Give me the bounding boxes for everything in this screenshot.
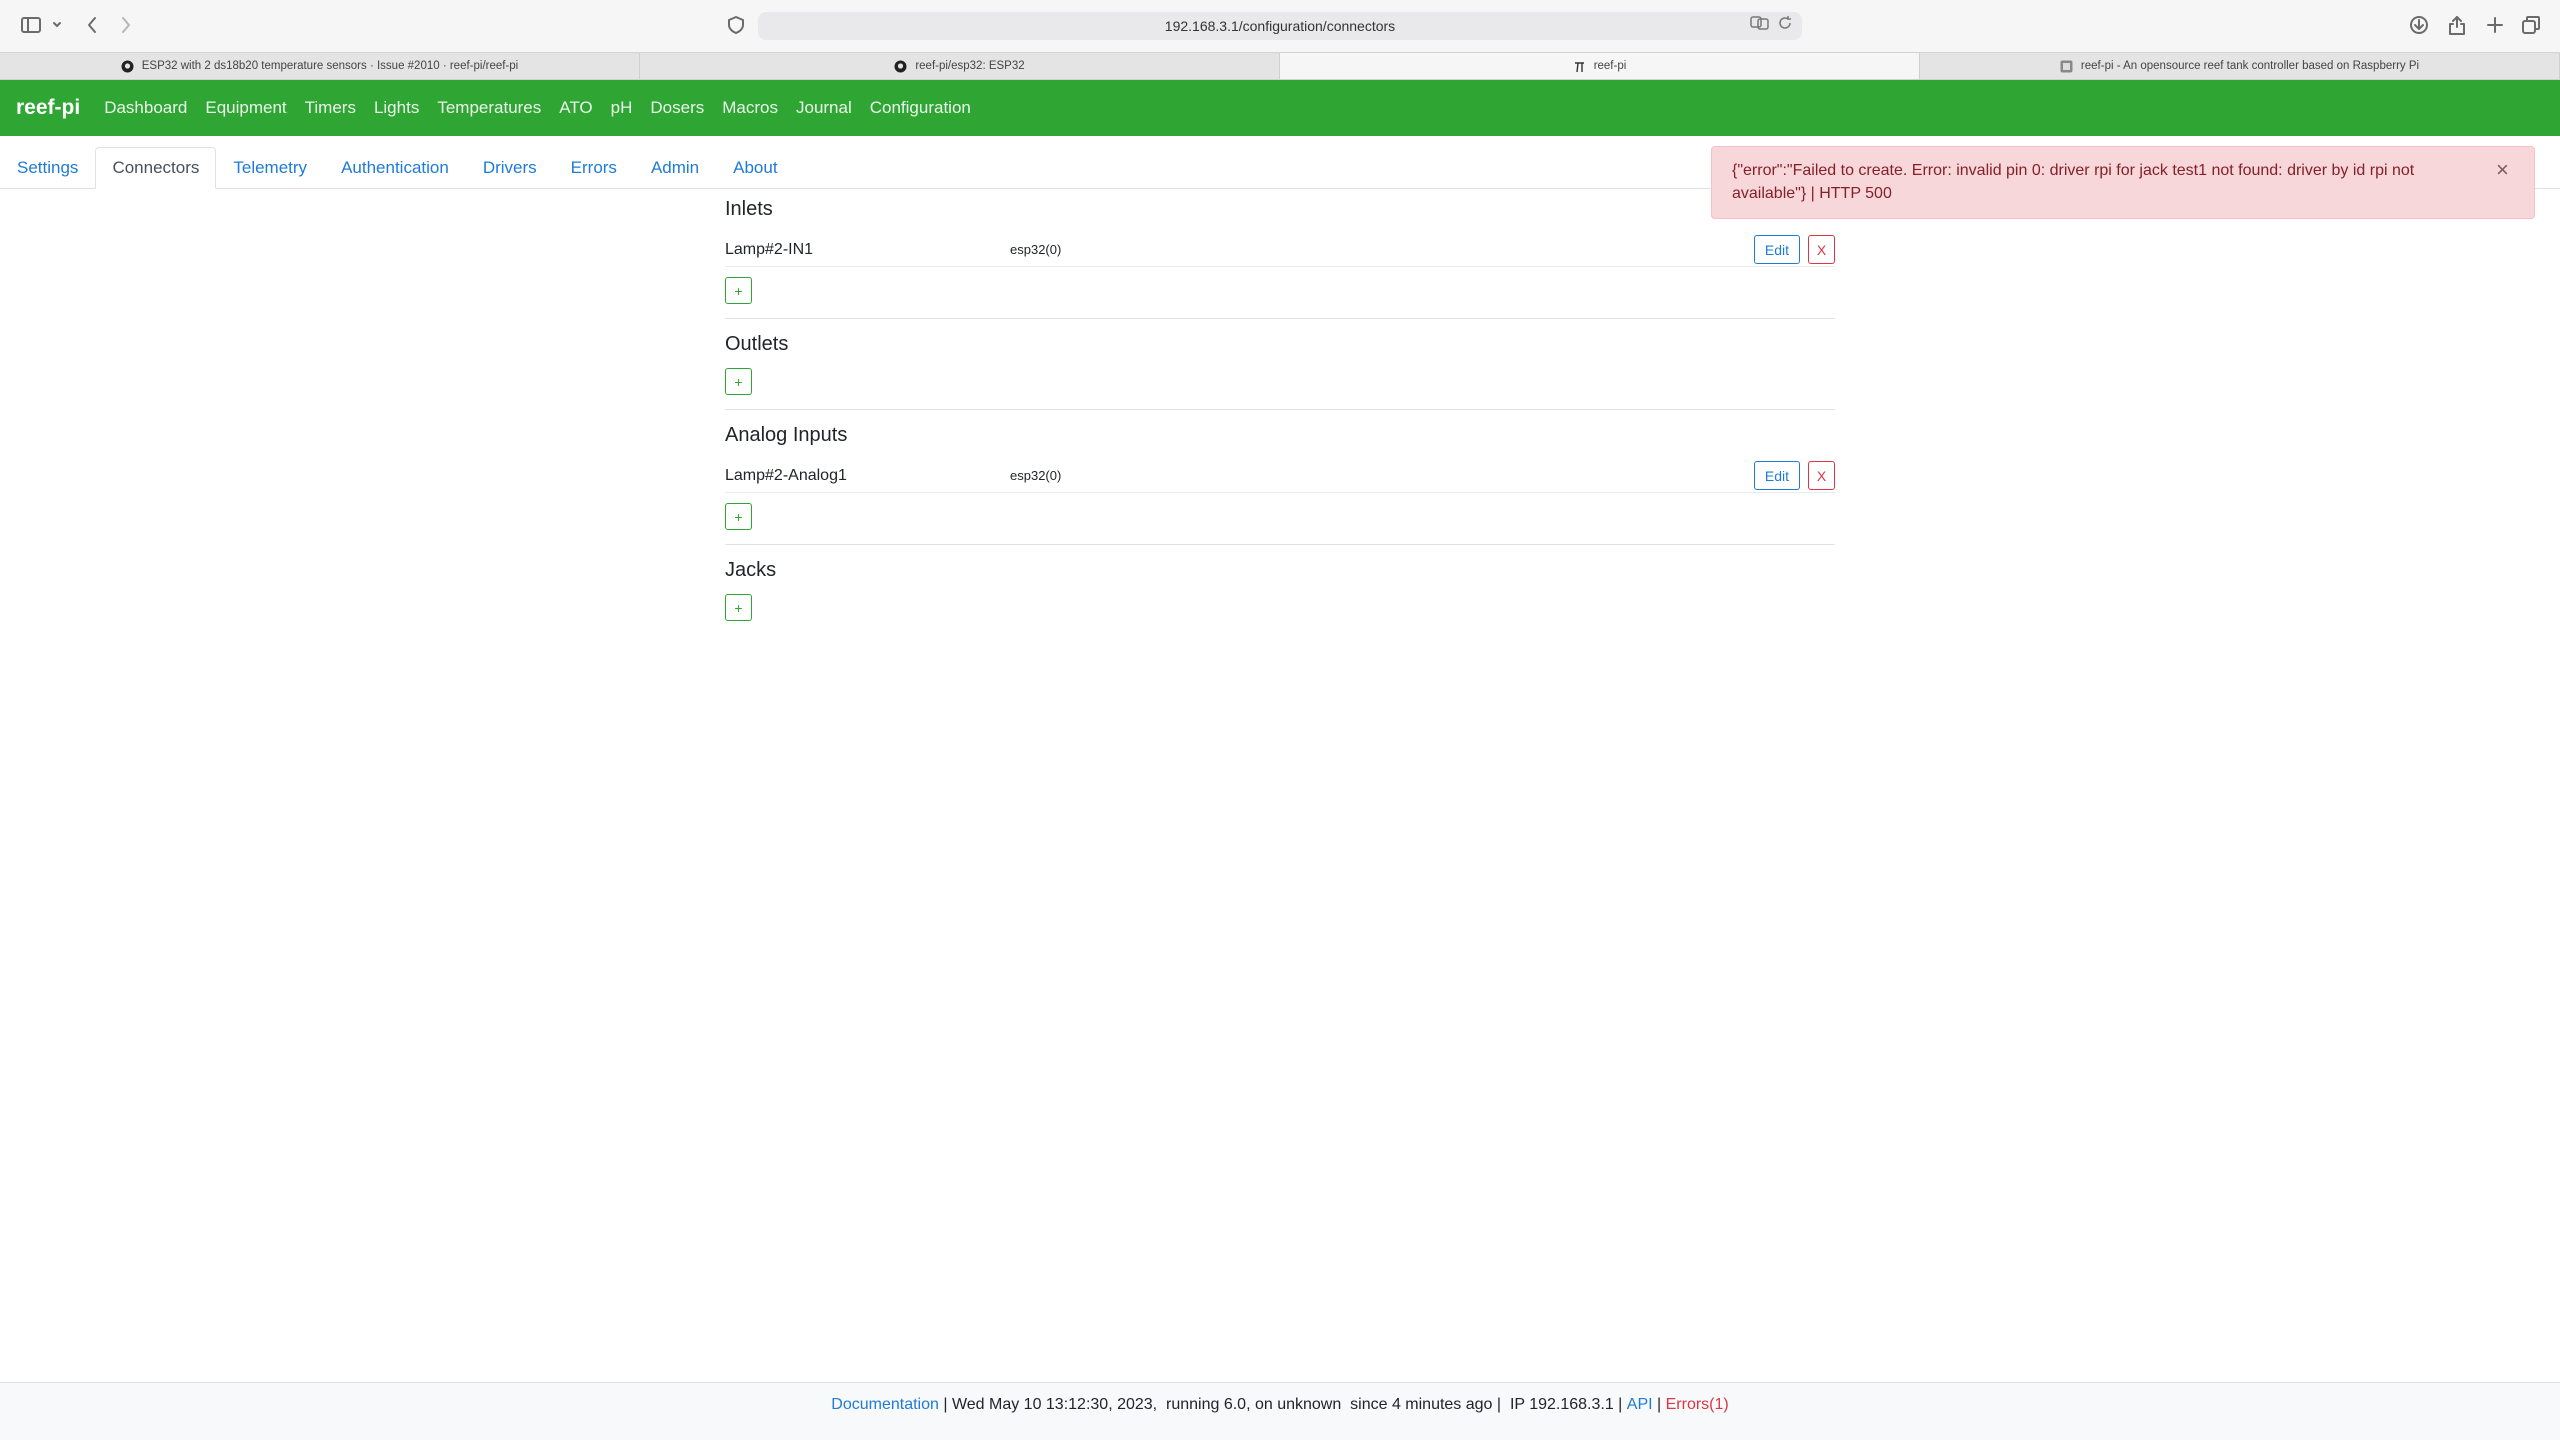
tab-title: reef-pi <box>1593 60 1627 72</box>
inlets-section: Inlets Lamp#2-IN1 esp32(0) Edit X + <box>725 198 1835 319</box>
share-icon[interactable] <box>2446 12 2468 38</box>
add-jack-button[interactable]: + <box>725 594 752 621</box>
nav-journal[interactable]: Journal <box>796 98 852 118</box>
nav-configuration[interactable]: Configuration <box>870 98 971 118</box>
tab-title: ESP32 with 2 ds18b20 temperature sensors… <box>141 60 519 72</box>
nav-ph[interactable]: pH <box>611 98 633 118</box>
footer-separator: | <box>1652 1396 1666 1413</box>
delete-button[interactable]: X <box>1808 461 1835 490</box>
tab-settings[interactable]: Settings <box>0 147 95 189</box>
connector-name: Lamp#2-Analog1 <box>725 466 847 484</box>
nav-equipment[interactable]: Equipment <box>205 98 286 118</box>
translate-icon[interactable] <box>1750 16 1770 35</box>
connector-driver: esp32(0) <box>1010 242 1062 257</box>
analog-inputs-section: Analog Inputs Lamp#2-Analog1 esp32(0) Ed… <box>725 424 1835 545</box>
chevron-down-icon[interactable] <box>50 12 64 38</box>
nav-lights[interactable]: Lights <box>374 98 419 118</box>
download-icon[interactable] <box>2408 12 2430 38</box>
github-icon <box>894 60 907 73</box>
api-link[interactable]: API <box>1627 1396 1653 1440</box>
footer-separator: | <box>938 1396 952 1413</box>
reload-icon[interactable] <box>1778 16 1792 35</box>
tab-errors[interactable]: Errors <box>554 147 634 189</box>
add-inlet-button[interactable]: + <box>725 277 752 304</box>
close-icon[interactable]: × <box>2496 159 2514 181</box>
github-icon <box>121 60 134 73</box>
privacy-shield-icon[interactable] <box>726 12 746 38</box>
tab-title: reef-pi/esp32: ESP32 <box>915 60 1025 72</box>
add-outlet-button[interactable]: + <box>725 368 752 395</box>
site-icon <box>2060 60 2073 73</box>
tab-connectors[interactable]: Connectors <box>95 147 217 189</box>
back-arrow-icon[interactable] <box>82 12 102 38</box>
new-tab-icon[interactable] <box>2484 12 2506 38</box>
tab-drivers[interactable]: Drivers <box>466 147 554 189</box>
list-item: Lamp#2-IN1 esp32(0) Edit X <box>725 233 1835 267</box>
browser-tab-reef-pi-site[interactable]: reef-pi - An opensource reef tank contro… <box>1920 53 2560 79</box>
nav-ato[interactable]: ATO <box>559 98 592 118</box>
sidebar-toggle-icon[interactable] <box>20 12 42 38</box>
section-title-analog-inputs: Analog Inputs <box>725 424 848 446</box>
edit-button[interactable]: Edit <box>1753 461 1800 490</box>
forward-arrow-icon[interactable] <box>116 12 136 38</box>
address-bar[interactable]: 192.168.3.1/configuration/connectors <box>758 12 1802 40</box>
documentation-link[interactable]: Documentation <box>831 1396 939 1440</box>
nav-dashboard[interactable]: Dashboard <box>104 98 187 118</box>
browser-tab-reef-pi[interactable]: reef-pi <box>1280 53 1920 79</box>
tab-admin[interactable]: Admin <box>634 147 716 189</box>
delete-button[interactable]: X <box>1808 235 1835 264</box>
nav-timers[interactable]: Timers <box>305 98 356 118</box>
errors-link[interactable]: Errors(1) <box>1666 1396 1729 1440</box>
brand-logo[interactable]: reef-pi <box>16 96 80 120</box>
nav-temperatures[interactable]: Temperatures <box>437 98 541 118</box>
nav-dosers[interactable]: Dosers <box>650 98 704 118</box>
reef-pi-icon <box>1573 60 1586 73</box>
list-item: Lamp#2-Analog1 esp32(0) Edit X <box>725 459 1835 493</box>
outlets-section: Outlets + <box>725 333 1835 410</box>
browser-toolbar: 192.168.3.1/configuration/connectors <box>0 0 2560 52</box>
edit-button[interactable]: Edit <box>1753 235 1800 264</box>
tab-about[interactable]: About <box>716 147 794 189</box>
tab-overview-icon[interactable] <box>2520 12 2542 38</box>
section-title-outlets: Outlets <box>725 333 789 355</box>
connector-driver: esp32(0) <box>1010 468 1062 483</box>
jacks-section: Jacks + <box>725 559 1835 621</box>
app-navbar: reef-pi Dashboard Equipment Timers Light… <box>0 80 2560 136</box>
footer-status-text: Wed May 10 13:12:30, 2023, running 6.0, … <box>951 1396 1627 1413</box>
browser-tab-github-issue[interactable]: ESP32 with 2 ds18b20 temperature sensors… <box>0 53 640 79</box>
section-title-jacks: Jacks <box>725 559 777 581</box>
tab-telemetry[interactable]: Telemetry <box>216 147 324 189</box>
tab-authentication[interactable]: Authentication <box>324 147 466 189</box>
add-analog-input-button[interactable]: + <box>725 503 752 530</box>
nav-macros[interactable]: Macros <box>722 98 778 118</box>
tab-title: reef-pi - An opensource reef tank contro… <box>2080 60 2420 72</box>
browser-tab-bar: ESP32 with 2 ds18b20 temperature sensors… <box>0 52 2560 80</box>
status-footer: Documentation | Wed May 10 13:12:30, 202… <box>0 1382 2560 1440</box>
section-title-inlets: Inlets <box>725 198 773 220</box>
browser-tab-github-esp32[interactable]: reef-pi/esp32: ESP32 <box>640 53 1280 79</box>
url-text: 192.168.3.1/configuration/connectors <box>1164 18 1396 34</box>
connectors-panel: Inlets Lamp#2-IN1 esp32(0) Edit X + Outl… <box>725 190 1835 621</box>
connector-name: Lamp#2-IN1 <box>725 240 814 258</box>
